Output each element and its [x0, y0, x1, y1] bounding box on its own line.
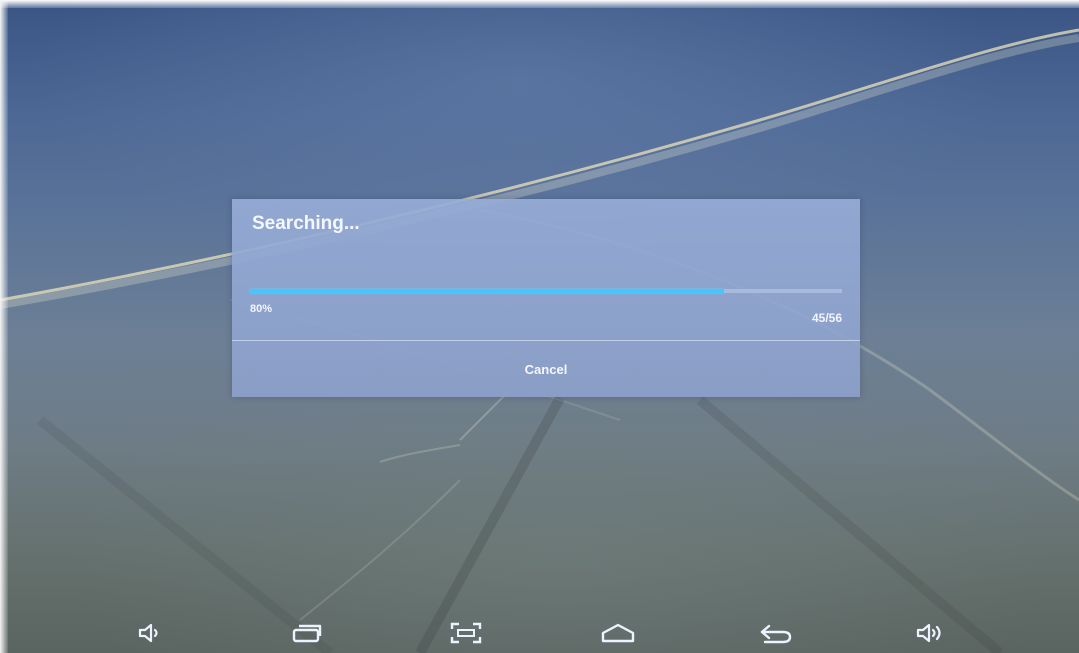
- screenshot-icon: [450, 622, 482, 644]
- system-navigation-bar: [0, 610, 1079, 653]
- searching-dialog: Searching... 80% 45/56 Cancel: [232, 199, 860, 397]
- recent-apps-icon: [292, 624, 322, 643]
- screenshot-button[interactable]: [444, 616, 488, 650]
- cancel-button[interactable]: Cancel: [232, 341, 860, 397]
- photo-frame-edge-left: [0, 0, 8, 653]
- home-icon: [601, 623, 635, 643]
- volume-down-button[interactable]: [128, 616, 172, 650]
- recent-apps-button[interactable]: [285, 616, 329, 650]
- home-button[interactable]: [596, 616, 640, 650]
- progress-bar-fill: [250, 289, 724, 293]
- volume-up-button[interactable]: [908, 616, 952, 650]
- progress-percent: 80%: [250, 303, 273, 315]
- volume-down-icon: [138, 623, 158, 643]
- volume-up-icon: [916, 623, 941, 643]
- photo-frame-edge-top: [0, 0, 1079, 8]
- progress-bar: [250, 289, 842, 293]
- back-icon: [760, 624, 792, 644]
- tablet-screen: Searching... 80% 45/56 Cancel: [0, 0, 1079, 653]
- dialog-title: Searching...: [252, 213, 360, 234]
- back-button[interactable]: [754, 616, 798, 650]
- progress-count: 45/56: [811, 311, 842, 325]
